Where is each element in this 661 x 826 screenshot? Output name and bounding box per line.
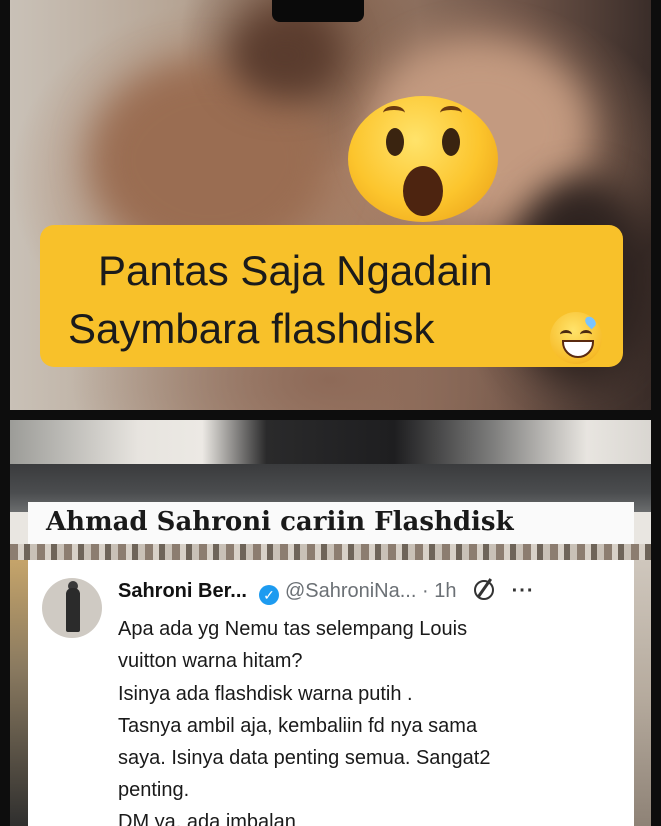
eyebrow (383, 106, 405, 120)
tweet-text-line: Apa ada yg Nemu tas selempang Louis (118, 618, 468, 640)
eyebrow (440, 106, 462, 120)
blurred-photo: Pantas Saja Ngadain Saymbara flashdisk (10, 0, 651, 410)
censor-bar (272, 0, 364, 22)
eye (386, 128, 404, 156)
tweet-text-line: saya. Isinya data penting semua. Sangat2 (118, 747, 491, 769)
mouth (403, 166, 443, 216)
tweet-text-line: DM ya, ada imbalan (118, 811, 296, 826)
background-edge (633, 560, 651, 826)
eye (560, 330, 572, 339)
headline-text: Ahmad Sahroni cariin Flashdisk (46, 507, 514, 537)
more-options-icon: ··· (511, 580, 535, 602)
news-screenshot: Ahmad Sahroni cariin Flashdisk Sahroni B… (10, 420, 651, 826)
author-name: Sahroni Ber... (118, 580, 247, 602)
tweet-text-line: penting. (118, 779, 190, 801)
background-edge (10, 560, 28, 826)
tweet-text-line: Tasnya ambil aja, kembaliin fd nya sama (118, 715, 478, 737)
headline-banner: Ahmad Sahroni cariin Flashdisk (28, 502, 634, 544)
grok-icon (474, 580, 495, 600)
tweet-text-line: vuitton warna hitam? (118, 650, 303, 672)
blurred-face (230, 10, 340, 100)
avatar (42, 578, 102, 638)
grinning-sweat-icon (550, 312, 602, 364)
meme-image: Pantas Saja Ngadain Saymbara flashdisk A… (0, 0, 661, 826)
avatar-figure (66, 588, 80, 632)
post-time: 1h (434, 580, 457, 602)
caption-box: Pantas Saja Ngadain Saymbara flashdisk (40, 225, 623, 367)
tweet-text-line: Isinya ada flashdisk warna putih . (118, 683, 413, 705)
tweet-card: Sahroni Ber... ✓ @SahroniNa... · 1h ··· Ap… (28, 560, 634, 826)
author-handle: @SahroniNa... (284, 580, 417, 602)
eye (580, 330, 592, 339)
tweet-header: Sahroni Ber... ✓ @SahroniNa... · 1h ··· (118, 580, 535, 605)
separator: · (421, 580, 429, 602)
shocked-face-icon (348, 96, 498, 222)
caption-line-2: Saymbara flashdisk (68, 305, 435, 352)
mouth (562, 340, 594, 358)
eye (442, 128, 460, 156)
caption-line-1: Pantas Saja Ngadain (98, 247, 493, 294)
verified-badge-icon: ✓ (258, 585, 279, 605)
